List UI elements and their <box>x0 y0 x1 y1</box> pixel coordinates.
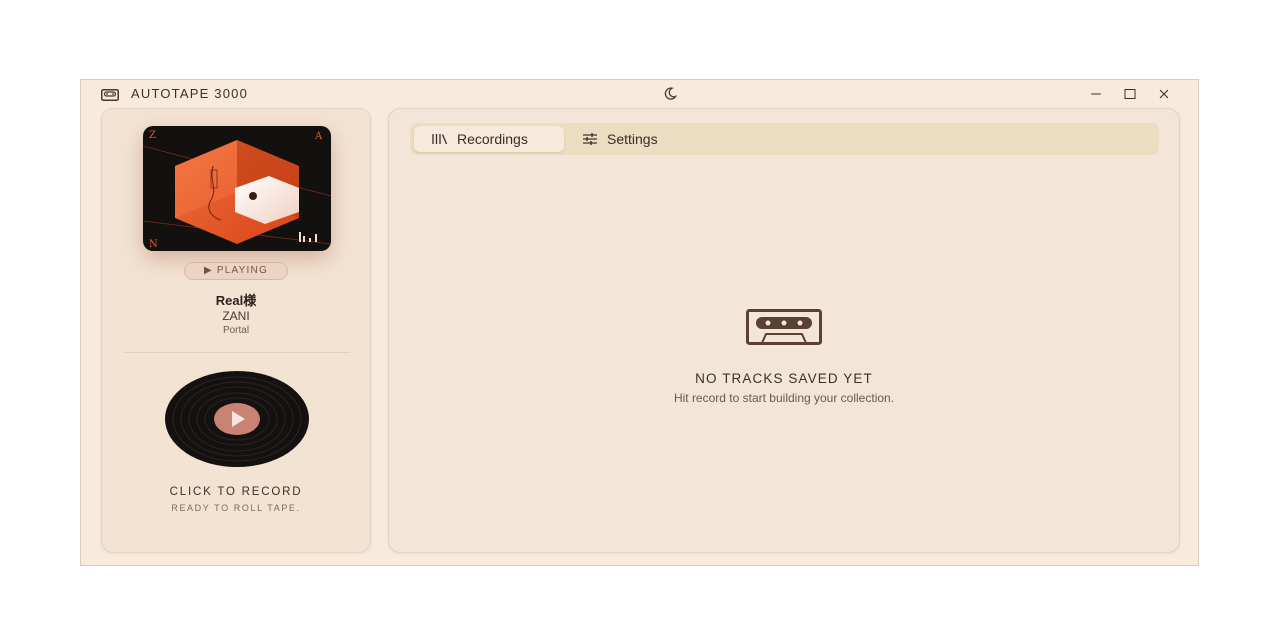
divider <box>124 352 350 353</box>
tab-recordings-label: Recordings <box>457 131 528 147</box>
cassette-icon <box>101 88 119 101</box>
empty-state-subtitle: Hit record to start building your collec… <box>673 391 895 405</box>
app-title: AUTOTAPE 3000 <box>131 86 248 101</box>
track-artist: ZANI <box>222 309 250 323</box>
tab-bar: Recordings Settings <box>410 123 1159 155</box>
title-bar: AUTOTAPE 3000 <box>81 80 1198 108</box>
moon-icon[interactable] <box>663 85 681 103</box>
art-letter-a: A <box>314 131 323 142</box>
cassette-icon <box>746 309 822 345</box>
tab-settings[interactable]: Settings <box>580 126 690 152</box>
tab-settings-label: Settings <box>607 131 658 147</box>
close-icon[interactable] <box>1151 84 1177 104</box>
playing-status-badge: ▶ PLAYING <box>184 262 288 280</box>
record-button[interactable] <box>165 371 309 467</box>
now-playing-panel: Z A N ▶ PLAYING Real様 ZANI Portal CLICK … <box>101 108 371 553</box>
track-album: Portal <box>222 325 250 336</box>
library-panel: Recordings Settings NO TRACKS SAVED YET … <box>388 108 1180 553</box>
minimize-icon[interactable] <box>1083 84 1109 104</box>
record-subtitle: READY TO ROLL TAPE. <box>171 503 301 513</box>
art-letter-n: N <box>149 239 158 250</box>
app-window: AUTOTAPE 3000 Z A N ▶ PLAYING Real様 ZANI… <box>80 79 1199 566</box>
record-title: CLICK TO RECORD <box>169 486 303 498</box>
maximize-icon[interactable] <box>1117 84 1143 104</box>
album-art: Z A N <box>143 126 331 251</box>
art-letter-z: Z <box>149 130 156 141</box>
sliders-icon <box>583 133 597 145</box>
tab-recordings[interactable]: Recordings <box>414 126 564 152</box>
library-icon <box>432 134 448 145</box>
track-title: Real様 <box>215 293 257 308</box>
empty-state-title: NO TRACKS SAVED YET <box>695 371 873 386</box>
